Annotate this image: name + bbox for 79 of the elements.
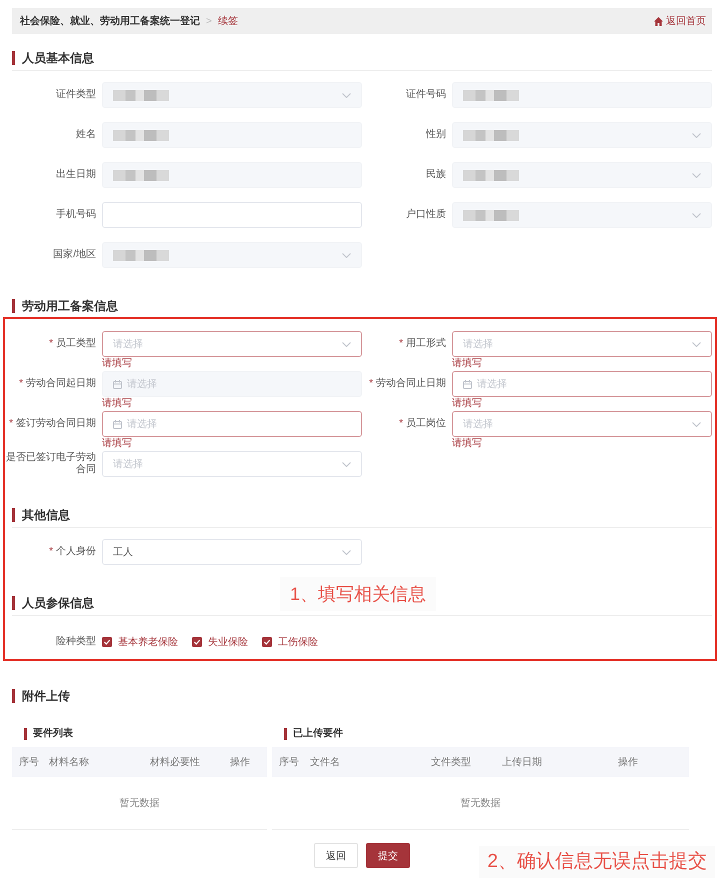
- field-label: 国家/地区: [53, 249, 96, 261]
- empty-state-text: 暂无数据: [120, 796, 160, 810]
- error-message: 请填写: [102, 398, 133, 410]
- secondary-button[interactable]: 返回: [314, 843, 358, 868]
- required-mark: *: [9, 418, 13, 430]
- chevron-down-icon: [342, 92, 351, 98]
- empty-state-text: 暂无数据: [460, 796, 500, 810]
- chevron-down-icon: [692, 212, 701, 218]
- field-label: 民族: [426, 169, 446, 181]
- checkbox[interactable]: [102, 637, 112, 647]
- chevron-down-icon: [342, 252, 351, 258]
- section-title: 其他信息: [12, 508, 70, 522]
- column-header: 操作: [230, 756, 251, 769]
- column-header: 操作: [618, 756, 639, 769]
- field-label: 员工岗位: [406, 418, 446, 430]
- field-label: 姓名: [76, 129, 96, 141]
- chevron-down-icon: [342, 550, 351, 554]
- chevron-down-icon: [692, 172, 701, 178]
- field-label: 性别: [426, 129, 446, 141]
- section-title: 附件上传: [12, 689, 70, 703]
- column-header: 材料名称: [49, 756, 90, 769]
- chevron-down-icon: [342, 462, 351, 466]
- checkbox-label[interactable]: 工伤保险: [278, 635, 318, 649]
- required-mark: *: [49, 338, 53, 350]
- checkbox[interactable]: [262, 637, 272, 647]
- error-message: 请填写: [452, 358, 483, 370]
- table-title: 已上传要件: [284, 728, 343, 740]
- field-label: 户口性质: [406, 209, 446, 221]
- error-message: 请填写: [102, 358, 133, 370]
- required-mark: *: [399, 338, 403, 350]
- checkbox-label[interactable]: 基本养老保险: [118, 635, 178, 649]
- breadcrumb-current: 续签: [218, 14, 238, 28]
- field-label: 签订劳动合同日期: [16, 418, 96, 430]
- column-header: 文件名: [310, 756, 341, 769]
- annotation-callout: 1、填写相关信息: [280, 577, 436, 611]
- column-header: 文件类型: [431, 756, 472, 769]
- breadcrumb-separator: >: [206, 16, 212, 26]
- field-label: 出生日期: [56, 169, 96, 181]
- field-label: 证件类型: [56, 89, 96, 101]
- error-message: 请填写: [102, 438, 133, 450]
- error-message: 请填写: [452, 438, 483, 450]
- column-header: 序号: [279, 756, 300, 769]
- section-title: 人员参保信息: [12, 596, 94, 610]
- section-title: 劳动用工备案信息: [12, 299, 118, 313]
- field-label: 员工类型: [56, 338, 96, 350]
- error-message: 请填写: [452, 398, 483, 410]
- primary-button[interactable]: 提交: [366, 843, 410, 868]
- checkbox-label[interactable]: 失业保险: [208, 635, 248, 649]
- calendar-icon: [463, 380, 472, 388]
- calendar-icon: [113, 420, 122, 428]
- chevron-down-icon: [692, 132, 701, 138]
- field-label: 证件号码: [406, 89, 446, 101]
- home-link[interactable]: 返回首页: [654, 14, 706, 28]
- checkbox[interactable]: [192, 637, 202, 647]
- required-mark: *: [369, 378, 373, 390]
- column-header: 材料必要性: [150, 756, 201, 769]
- input-field[interactable]: [102, 202, 362, 228]
- field-label: 险种类型: [56, 636, 96, 648]
- column-header: 上传日期: [502, 756, 543, 769]
- field-label: 个人身份: [56, 546, 96, 558]
- field-label: 劳动合同起日期: [26, 378, 96, 390]
- chevron-down-icon: [692, 342, 701, 346]
- field-label: 用工形式: [406, 338, 446, 350]
- breadcrumb-link[interactable]: 社会保险、就业、劳动用工备案统一登记: [20, 14, 200, 28]
- required-mark: *: [399, 418, 403, 430]
- column-header: 序号: [19, 756, 40, 769]
- field-label: 是否已签订电子劳动合同: [6, 452, 96, 476]
- field-label: 手机号码: [56, 209, 96, 221]
- section-title: 人员基本信息: [12, 51, 94, 65]
- select-field[interactable]: 工人: [102, 539, 362, 565]
- field-label: 劳动合同止日期: [376, 378, 446, 390]
- chevron-down-icon: [692, 422, 701, 426]
- annotation-callout: 2、确认信息无误点击提交: [479, 846, 715, 878]
- required-mark: *: [49, 546, 53, 558]
- table-title: 要件列表: [24, 728, 73, 740]
- required-mark: *: [19, 378, 23, 390]
- chevron-down-icon: [342, 342, 351, 346]
- home-icon: [654, 16, 663, 26]
- calendar-icon: [113, 380, 122, 388]
